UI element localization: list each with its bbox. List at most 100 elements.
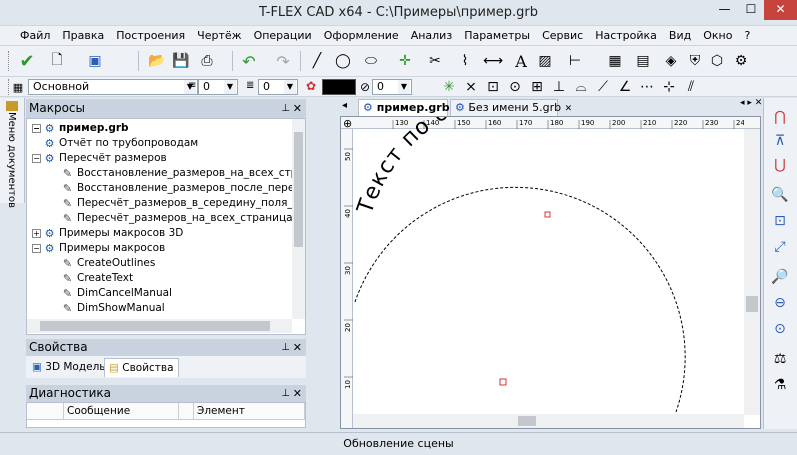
pin-icon[interactable]: ⊥ [281,99,290,118]
menu-analysis[interactable]: Анализ [405,26,459,46]
options-icon[interactable]: ⚙ [730,50,752,72]
text-icon[interactable]: A [510,50,532,72]
dimension-icon[interactable]: ⟷ [482,50,504,72]
tree-item[interactable]: ✎ CreateOutlines [61,256,155,271]
snap-end-icon[interactable]: ⊡ [484,76,502,98]
zoom-previous-icon[interactable]: ⊙ [769,318,791,340]
measure-distance-icon[interactable]: ⚗ [769,374,791,396]
menu-help[interactable]: ? [738,26,756,46]
tree-item[interactable]: ✎ CreateText [61,271,133,286]
dimension-value-icon[interactable]: ⊢ [564,50,586,72]
snap-offset-icon[interactable]: ⫽ [682,76,700,98]
snap-angle-icon[interactable]: ∠ [616,76,634,98]
column-header-sep[interactable] [179,403,194,420]
column-header-message[interactable]: Сообщение [64,403,179,420]
menu-construct[interactable]: Построения [110,26,191,46]
tree-scroll-thumb[interactable] [294,132,303,247]
box-3d-icon[interactable]: ▣ [84,50,106,72]
column-header-blank[interactable] [27,403,64,420]
hatch-icon[interactable]: ▨ [534,50,556,72]
node-icon[interactable]: ✛ [394,50,416,72]
menu-settings[interactable]: Настройка [589,26,663,46]
menu-operations[interactable]: Операции [248,26,318,46]
close-panel-icon[interactable]: ✕ [293,339,302,356]
model-icon[interactable]: ⬡ [706,50,728,72]
tree-item[interactable]: − ⚙ пример.grb [32,121,129,136]
layer-select[interactable]: Основной ▼ [28,79,198,95]
magnet-off-icon[interactable]: ⋃ [769,154,791,176]
menu-edit[interactable]: Правка [56,26,110,46]
menu-format[interactable]: Оформление [318,26,405,46]
snap-node-icon[interactable]: ✳ [440,76,458,98]
tree-item[interactable]: ⚙ Отчёт по трубопроводам [43,136,199,151]
tree-item[interactable]: − ⚙ Пересчёт размеров [32,151,167,166]
tree-item[interactable]: ✎ Восстановление_размеров_после_пересчёта [61,181,305,196]
circle-icon[interactable]: ◯ [332,50,354,72]
minimize-button[interactable]: — [711,0,738,20]
collapse-icon[interactable]: − [32,244,41,253]
close-button[interactable]: ✕ [764,0,797,20]
redo-icon[interactable]: ↷ [272,50,294,72]
tree-item[interactable]: − ⚙ Примеры макросов [32,241,165,256]
ellipse-icon[interactable]: ⬭ [360,50,382,72]
snap-intersect-icon[interactable]: ⨯ [462,76,480,98]
tree-item[interactable]: ✎ Пересчёт_размеров_на_всех_страницах [61,211,299,226]
toolbar-grip[interactable] [8,51,11,71]
tree-item[interactable]: ✎Восстановление_размеров_на_всех_страниц… [61,166,305,181]
close-tab-icon[interactable]: ✕ [565,104,573,114]
snap-tangent-icon[interactable]: ⌓ [572,76,590,98]
pin-icon[interactable]: ⊥ [281,339,290,356]
tab-3d-model[interactable]: ▣ 3D Модель [28,358,109,377]
snap-mid-icon[interactable]: ⊞ [528,76,546,98]
tree-item[interactable]: ✎ DimShowManual [61,301,165,316]
save-icon[interactable]: 💾 [170,50,192,72]
zoom-out-icon[interactable]: ⊖ [769,292,791,314]
new-document-icon[interactable]: 🗋 [46,50,68,72]
tree-item[interactable]: + ⚙ Примеры макросов 3D [32,226,183,241]
maximize-button[interactable]: ☐ [738,0,764,20]
tab-properties[interactable]: ▤ Свойства [104,358,179,377]
zoom-window-icon[interactable]: ⊡ [769,210,791,232]
layers-icon[interactable]: ◈ [660,50,682,72]
shield-icon[interactable]: ⛨ [684,50,706,72]
sketch-icon[interactable]: ⌇ [454,50,476,72]
table-icon[interactable]: ▤ [632,50,654,72]
menu-service[interactable]: Сервис [536,26,589,46]
tree-item[interactable]: ✎Пересчёт_размеров_в_середину_поля_допус… [61,196,305,211]
canvas-horizontal-scrollbar[interactable] [353,414,744,428]
canvas-vertical-scrollbar[interactable] [744,129,760,415]
pin-icon[interactable]: ⊥ [281,385,290,402]
document-tab[interactable]: ⚙ Без имени 5.grb ✕ [450,99,572,116]
tabs-navigation[interactable]: ◂ ▸ ✕ [740,98,765,114]
zoom-page-icon[interactable]: 🔎 [769,266,791,288]
canvas-scroll-thumb[interactable] [746,296,758,312]
grid-icon[interactable]: ▦ [604,50,626,72]
zoom-in-icon[interactable]: 🔍 [769,184,791,206]
line-type-select[interactable]: 0 ▼ [258,79,298,95]
confirm-icon[interactable]: ✔ [16,50,38,72]
measure-icon[interactable]: ⚖ [769,348,791,370]
print-icon[interactable]: ⎙ [196,50,218,72]
column-header-element[interactable]: Элемент [194,403,305,420]
magnet-icon[interactable]: ⋂ [769,106,791,128]
snap-grid-icon[interactable]: ⋯ [638,76,656,98]
tree-hscroll-thumb[interactable] [40,321,270,331]
tab-list-icon[interactable]: ◂ [342,100,347,111]
line-style-select[interactable]: 0 ▼ [372,79,412,95]
canvas-hscroll-thumb[interactable] [518,416,536,426]
close-panel-icon[interactable]: ✕ [293,385,302,402]
expand-icon[interactable]: + [32,229,41,238]
snap-line-icon[interactable]: ⟋ [594,76,612,98]
zoom-fit-icon[interactable]: ⤢ [769,236,791,258]
menu-file[interactable]: Файл [14,26,56,46]
menu-drawing[interactable]: Чертёж [191,26,247,46]
line-width-select[interactable]: 0 ▼ [198,79,238,95]
menu-view[interactable]: Вид [663,26,697,46]
snap-point-icon[interactable]: ⊹ [660,76,678,98]
line-icon[interactable]: ╱ [306,50,328,72]
menu-parameters[interactable]: Параметры [458,26,536,46]
undo-icon[interactable]: ↶ [238,50,260,72]
collapse-icon[interactable]: − [32,124,41,133]
color-select[interactable] [322,79,356,95]
snap-center-icon[interactable]: ⊙ [506,76,524,98]
